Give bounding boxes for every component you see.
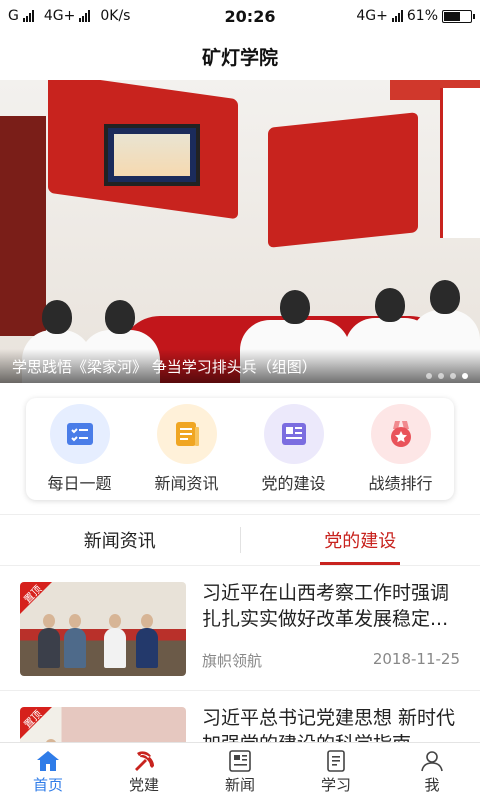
carousel-dot[interactable] bbox=[450, 373, 456, 379]
nav-me[interactable]: 我 bbox=[384, 743, 480, 800]
thumb-figure bbox=[104, 614, 126, 668]
user-icon bbox=[418, 748, 446, 774]
news-source: 旗帜领航 bbox=[202, 652, 263, 670]
nav-study[interactable]: 学习 bbox=[288, 743, 384, 800]
nav-label: 新闻 bbox=[224, 776, 255, 794]
tab-news[interactable]: 新闻资讯 bbox=[0, 515, 240, 565]
carousel-dot[interactable] bbox=[438, 373, 444, 379]
checklist-icon bbox=[49, 404, 110, 464]
quick-link-label: 战绩排行 bbox=[368, 474, 433, 493]
banner-photo-panel bbox=[440, 88, 480, 238]
network-type: 4G+ bbox=[356, 8, 388, 24]
carrier-label: G bbox=[8, 8, 19, 24]
network-type: 4G+ bbox=[43, 8, 76, 24]
carousel-dot-active[interactable] bbox=[462, 373, 468, 379]
quick-link-label: 党的建设 bbox=[261, 474, 326, 493]
medal-icon bbox=[370, 404, 431, 464]
banner-photo-board bbox=[268, 112, 418, 248]
home-icon bbox=[34, 748, 62, 774]
battery-percent: 61% bbox=[406, 8, 438, 24]
quick-link-label: 每日一题 bbox=[47, 474, 112, 493]
nav-party[interactable]: 党建 bbox=[96, 743, 192, 800]
quick-link-daily-question[interactable]: 每日一题 bbox=[30, 404, 130, 494]
signal-icon bbox=[79, 10, 91, 22]
clock: 20:26 bbox=[224, 6, 276, 26]
news-item[interactable]: 置顶 习近平在山西考察工作时强调 扎扎实实做好改革发展稳定... 旗帜领航 20… bbox=[0, 566, 480, 690]
status-left: G 4G+ 0K/s bbox=[8, 8, 188, 24]
nav-label: 首页 bbox=[32, 776, 63, 794]
carousel-dot[interactable] bbox=[426, 373, 432, 379]
quick-link-news[interactable]: 新闻资讯 bbox=[137, 404, 237, 494]
app-title: 矿灯学院 bbox=[201, 46, 278, 69]
banner-carousel[interactable]: 学思践悟《梁家河》 争当学习排头兵（组图） bbox=[0, 80, 480, 383]
net-speed: 0K/s bbox=[100, 8, 131, 24]
nav-label: 我 bbox=[424, 776, 440, 794]
signal-icon bbox=[22, 10, 34, 22]
news-doc-icon bbox=[156, 404, 217, 464]
bottom-nav: 首页 党建 新闻 学习 我 bbox=[0, 742, 480, 800]
carousel-dots[interactable] bbox=[426, 373, 468, 379]
newspaper-icon bbox=[263, 404, 324, 464]
nav-label: 党建 bbox=[128, 776, 159, 794]
book-icon bbox=[322, 748, 350, 774]
quick-links-card: 每日一题 新闻资讯 党的建设 战绩排行 bbox=[26, 398, 454, 500]
news-thumbnail: 置顶 bbox=[20, 707, 186, 742]
thumb-figure bbox=[38, 614, 60, 668]
news-list: 置顶 习近平在山西考察工作时强调 扎扎实实做好改革发展稳定... 旗帜领航 20… bbox=[0, 566, 480, 742]
news-title[interactable]: 习近平总书记党建思想 新时代加强党的建设的科学指南 bbox=[202, 705, 460, 742]
news-body: 习近平总书记党建思想 新时代加强党的建设的科学指南 bbox=[186, 705, 460, 742]
status-bar: G 4G+ 0K/s 20:26 4G+ 61% bbox=[0, 0, 480, 32]
nav-home[interactable]: 首页 bbox=[0, 743, 96, 800]
nav-label: 学习 bbox=[320, 776, 351, 794]
news-meta: 旗帜领航 2018-11-25 bbox=[202, 650, 460, 671]
news-date: 2018-11-25 bbox=[372, 650, 460, 668]
banner-caption: 学思践悟《梁家河》 争当学习排头兵（组图） bbox=[0, 349, 480, 383]
pinned-badge: 置顶 bbox=[20, 707, 52, 739]
quick-link-party-building[interactable]: 党的建设 bbox=[244, 404, 344, 494]
quick-link-label: 新闻资讯 bbox=[154, 474, 219, 493]
news-icon bbox=[226, 748, 254, 774]
news-item[interactable]: 置顶 习近平总书记党建思想 新时代加强党的建设的科学指南 bbox=[0, 690, 480, 742]
thumb-figure bbox=[64, 614, 86, 668]
thumb-figure bbox=[136, 614, 158, 668]
quick-link-ranking[interactable]: 战绩排行 bbox=[351, 404, 451, 494]
news-title[interactable]: 习近平在山西考察工作时强调 扎扎实实做好改革发展稳定... bbox=[202, 580, 460, 632]
party-emblem-icon bbox=[130, 748, 158, 774]
status-right: 4G+ 61% bbox=[332, 8, 475, 24]
nav-news[interactable]: 新闻 bbox=[192, 743, 288, 800]
news-thumbnail: 置顶 bbox=[20, 582, 186, 676]
battery-icon bbox=[442, 9, 475, 23]
banner-photo-door bbox=[0, 116, 46, 336]
news-body: 习近平在山西考察工作时强调 扎扎实实做好改革发展稳定... 旗帜领航 2018-… bbox=[186, 580, 460, 690]
banner-photo-tv bbox=[104, 124, 200, 186]
content-tabs: 新闻资讯 党的建设 bbox=[0, 514, 480, 566]
tab-party-building[interactable]: 党的建设 bbox=[241, 515, 480, 565]
signal-icon bbox=[391, 10, 403, 22]
pinned-badge: 置顶 bbox=[20, 582, 52, 614]
